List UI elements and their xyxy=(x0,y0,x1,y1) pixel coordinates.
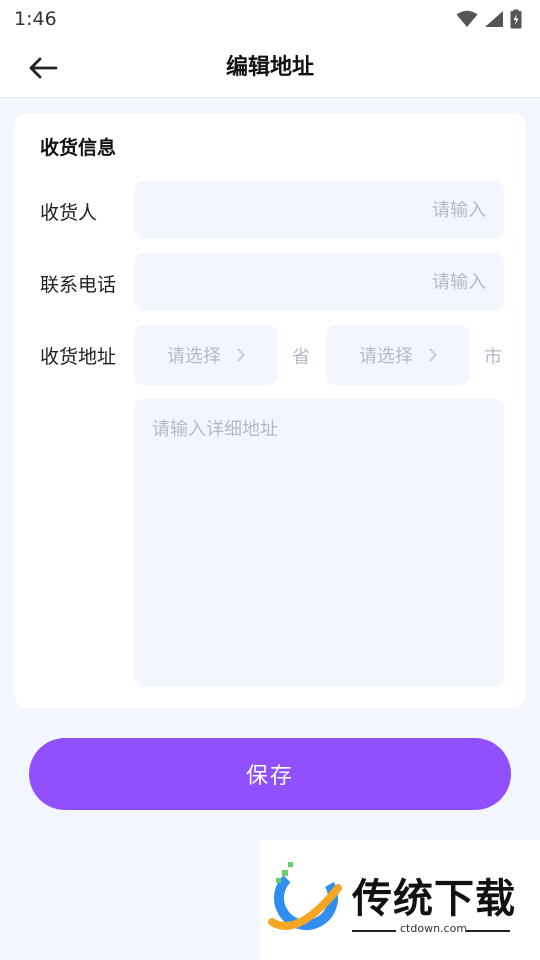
city-select[interactable]: 请选择 xyxy=(326,325,470,385)
province-select[interactable]: 请选择 xyxy=(134,325,278,385)
recipient-label: 收货人 xyxy=(40,202,98,224)
watermark-line-left xyxy=(352,930,396,932)
address-form-card: 收货信息 收货人 联系电话 收货地址 请选择 省 请选择 市 xyxy=(14,113,526,708)
watermark: 传统下载 ctdown.com xyxy=(260,840,540,960)
back-button[interactable] xyxy=(22,50,64,86)
wifi-icon xyxy=(456,10,478,27)
watermark-url: ctdown.com xyxy=(400,922,468,935)
province-select-text: 请选择 xyxy=(167,346,221,367)
top-bar: 编辑地址 xyxy=(0,38,540,98)
section-title: 收货信息 xyxy=(40,137,117,159)
brand-logo-icon xyxy=(268,862,342,930)
province-unit: 省 xyxy=(292,347,310,368)
status-time: 1:46 xyxy=(14,8,57,30)
battery-icon xyxy=(510,9,522,29)
save-button[interactable]: 保存 xyxy=(29,738,511,810)
city-unit: 市 xyxy=(484,347,502,368)
watermark-line-right xyxy=(466,930,510,932)
page-title: 编辑地址 xyxy=(225,55,314,80)
arrow-left-icon xyxy=(29,57,58,79)
signal-icon xyxy=(485,11,503,27)
recipient-input[interactable] xyxy=(134,181,504,239)
phone-input[interactable] xyxy=(134,253,504,311)
status-icons xyxy=(456,9,522,29)
watermark-brand: 传统下载 xyxy=(352,876,516,922)
status-bar: 1:46 xyxy=(0,0,540,38)
phone-label: 联系电话 xyxy=(40,274,117,296)
city-select-text: 请选择 xyxy=(359,346,413,367)
chevron-right-icon xyxy=(237,348,245,362)
chevron-right-icon xyxy=(429,348,437,362)
address-detail-input[interactable] xyxy=(134,399,504,687)
address-label: 收货地址 xyxy=(40,346,117,368)
